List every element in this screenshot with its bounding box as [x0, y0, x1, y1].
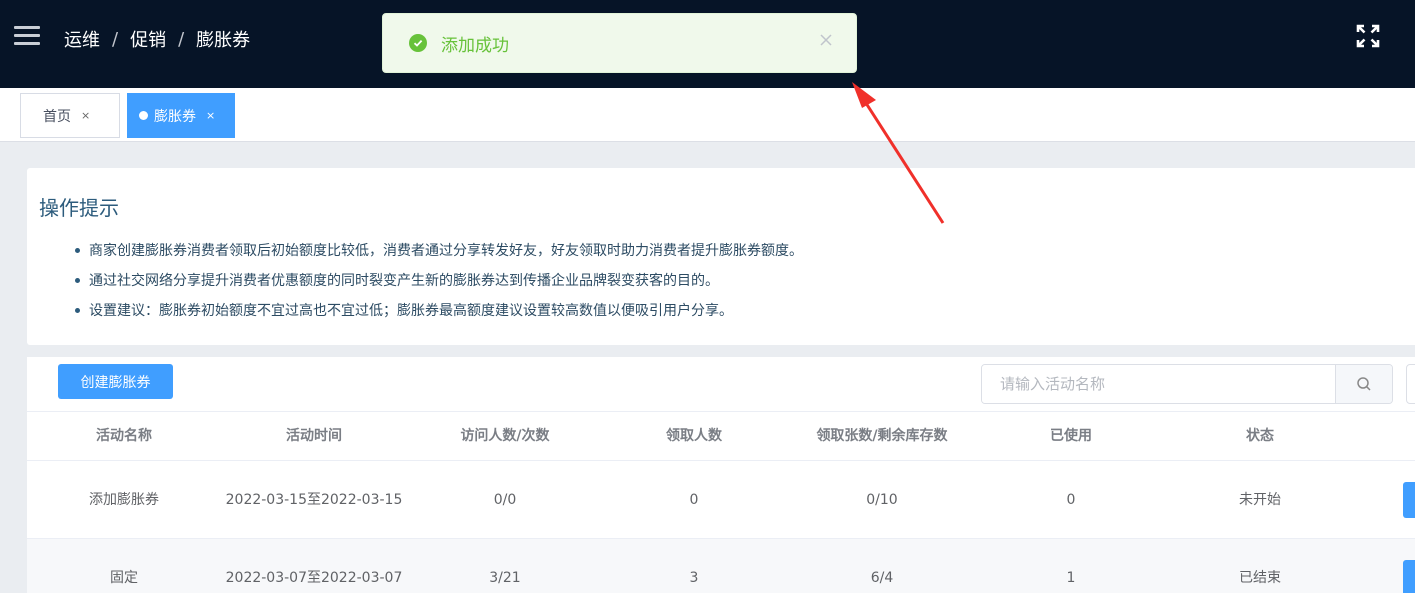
- table-header: 活动名称 活动时间 访问人数/次数 领取人数 领取张数/剩余库存数 已使用 状态: [27, 411, 1415, 461]
- cell-used: 1: [1066, 570, 1076, 586]
- column-header: 访问人数/次数: [460, 428, 550, 444]
- toast-message: 添加成功: [441, 35, 509, 56]
- breadcrumb-item[interactable]: 运维: [64, 26, 100, 52]
- column-header: 已使用: [1050, 428, 1092, 444]
- coupon-table-panel: 创建膨胀券 活动名称 活动时间 访问人数/次数 领取人数 领取张数/剩余库存数 …: [27, 357, 1415, 593]
- cell-name: 添加膨胀券: [89, 492, 159, 508]
- tab-home[interactable]: 首页 ×: [20, 93, 120, 138]
- breadcrumb: 运维 / 促销 / 膨胀券: [64, 26, 250, 52]
- operation-tips-card: 操作提示 商家创建膨胀券消费者领取后初始额度比较低，消费者通过分享转发好友，好友…: [27, 168, 1415, 345]
- active-dot-icon: [139, 111, 148, 120]
- row-action-button[interactable]: [1403, 560, 1415, 593]
- row-action-button[interactable]: [1403, 482, 1415, 518]
- tips-list: 商家创建膨胀券消费者领取后初始额度比较低，消费者通过分享转发好友，好友领取时助力…: [75, 238, 803, 328]
- cell-visits: 3/21: [489, 570, 521, 586]
- cell-name: 固定: [110, 570, 138, 586]
- breadcrumb-item[interactable]: 促销: [130, 26, 166, 52]
- menu-toggle-icon[interactable]: [14, 26, 40, 46]
- search-button[interactable]: [1335, 365, 1392, 403]
- cell-status: 未开始: [1239, 492, 1281, 508]
- breadcrumb-separator: /: [178, 28, 185, 50]
- cell-used: 0: [1066, 492, 1076, 508]
- cell-received-stock: 6/4: [870, 570, 894, 586]
- cell-received-stock: 0/10: [866, 492, 898, 508]
- cell-time: 2022-03-15至2022-03-15: [225, 492, 403, 508]
- table-row: 固定 2022-03-07至2022-03-07 3/21 3 6/4 1 已结…: [27, 539, 1415, 593]
- tab-close-icon[interactable]: ×: [206, 109, 215, 122]
- check-circle-icon: [409, 34, 427, 52]
- column-header: 领取人数: [666, 428, 722, 444]
- search-box: [981, 364, 1393, 404]
- cell-time: 2022-03-07至2022-03-07: [225, 570, 403, 586]
- column-header: 状态: [1246, 428, 1274, 444]
- breadcrumb-item-current: 膨胀券: [196, 30, 251, 51]
- cell-status: 已结束: [1239, 570, 1281, 586]
- tip-item: 通过社交网络分享提升消费者优惠额度的同时裂变产生新的膨胀券达到传播企业品牌裂变获…: [75, 268, 803, 298]
- tab-close-icon[interactable]: ×: [81, 109, 90, 122]
- search-input[interactable]: [982, 365, 1335, 403]
- search-icon: [1357, 377, 1371, 391]
- column-header: 活动时间: [286, 428, 342, 444]
- column-header: 领取张数/剩余库存数: [816, 428, 948, 444]
- tip-item: 商家创建膨胀券消费者领取后初始额度比较低，消费者通过分享转发好友，好友领取时助力…: [75, 238, 803, 268]
- table-row: 添加膨胀券 2022-03-15至2022-03-15 0/0 0 0/10 0…: [27, 461, 1415, 539]
- tab-label: 首页: [43, 108, 71, 125]
- close-icon[interactable]: [818, 32, 834, 48]
- breadcrumb-separator: /: [112, 28, 119, 50]
- tip-item: 设置建议：膨胀券初始额度不宜过高也不宜过低；膨胀券最高额度建议设置较高数值以便吸…: [75, 298, 803, 328]
- column-header: 活动名称: [96, 428, 152, 444]
- cell-receivers: 0: [689, 492, 699, 508]
- fullscreen-icon[interactable]: [1356, 24, 1380, 48]
- tab-label: 膨胀券: [154, 108, 196, 125]
- cell-visits: 0/0: [493, 492, 517, 508]
- create-coupon-button[interactable]: 创建膨胀券: [58, 364, 173, 399]
- cell-receivers: 3: [689, 570, 699, 586]
- tags-view-bar: 首页 × 膨胀券 ×: [0, 88, 1415, 142]
- toolbar-extra-button[interactable]: [1406, 364, 1415, 404]
- success-toast: 添加成功: [382, 13, 857, 73]
- tips-title: 操作提示: [39, 196, 119, 220]
- tab-expansion-coupon[interactable]: 膨胀券 ×: [127, 93, 235, 138]
